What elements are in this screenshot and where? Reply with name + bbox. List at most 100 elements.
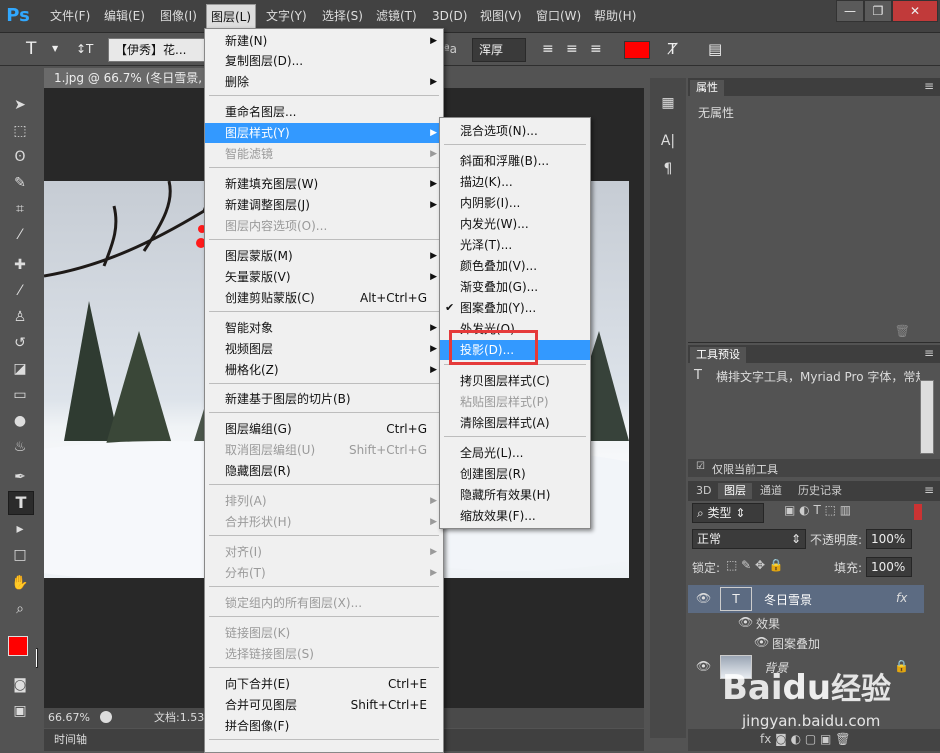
submenu-inner-shadow[interactable]: 内阴影(I)... [440,193,590,213]
eye-icon[interactable]: 👁 [696,591,711,605]
marquee-tool-icon[interactable]: ⬚ [8,120,32,142]
menu-item-ungroup-layers[interactable]: 取消图层编组(U) Shift+Ctrl+G [205,440,443,460]
gradient-tool-icon[interactable]: ▭ [8,384,32,406]
tab-layers[interactable]: 图层 [718,483,752,499]
checkbox-icon[interactable]: ☑ [696,461,705,472]
restore-button[interactable]: ❐ [864,0,892,22]
antialias-select[interactable]: 浑厚 [472,38,526,62]
panel-menu-icon[interactable]: ≡ [924,79,934,93]
crop-tool-icon[interactable]: ⌗ [8,198,32,220]
document-tab[interactable]: 1.jpg @ 66.7% (冬日雪景, R [44,68,220,88]
status-menu-icon[interactable] [100,711,112,723]
pattern-overlay-row[interactable]: 👁 图案叠加 [688,633,924,653]
submenu-blending-options[interactable]: 混合选项(N)... [440,121,590,141]
type-tool-icon[interactable]: T [8,491,34,515]
minimize-button[interactable]: — [836,0,864,22]
menu-item-vector-mask[interactable]: 矢量蒙版(V) ▶ [205,267,443,287]
paragraph-icon[interactable]: ¶ [656,158,680,180]
align-right-icon[interactable]: ≡ [590,38,602,60]
quick-select-tool-icon[interactable]: ✎ [8,172,32,194]
effects-row[interactable]: 👁 效果 [688,613,924,633]
text-orientation-icon[interactable]: ↕T [76,38,93,60]
menu-item-new[interactable]: 新建(N) ▶ [205,31,443,51]
menu-item-combine-shapes[interactable]: 合并形状(H) ▶ [205,512,443,532]
healing-brush-tool-icon[interactable]: ✚ [8,254,32,276]
menu-item-merge-visible[interactable]: 合并可见图层 Shift+Ctrl+E [205,695,443,715]
filter-toggle[interactable] [914,504,922,520]
history-panel-icon[interactable]: ▦ [656,92,680,114]
submenu-global-light[interactable]: 全局光(L)... [440,443,590,463]
panel-menu-icon[interactable]: ≡ [924,483,934,497]
menu-filter[interactable]: 滤镜(T) [372,7,421,25]
foreground-color-swatch[interactable] [8,636,28,656]
screen-mode-icon[interactable]: ▣ [8,700,32,722]
submenu-gradient-overlay[interactable]: 渐变叠加(G)... [440,277,590,297]
fill-input[interactable]: 100% [866,557,912,577]
submenu-paste-style[interactable]: 粘贴图层样式(P) [440,392,590,412]
warp-text-icon[interactable]: Ⱦ [668,38,677,60]
tab-3d[interactable]: 3D [690,483,717,499]
submenu-scale-effects[interactable]: 缩放效果(F)... [440,506,590,526]
menu-3d[interactable]: 3D(D) [428,7,471,25]
menu-item-content-options[interactable]: 图层内容选项(O)... [205,216,443,236]
character-panel-icon[interactable]: ▤ [708,38,722,60]
font-family-select[interactable]: 【伊秀】花... [108,38,212,62]
menu-item-arrange[interactable]: 排列(A) ▶ [205,491,443,511]
zoom-tool-icon[interactable]: ⌕ [8,598,32,620]
menu-item-layer-style[interactable]: 图层样式(Y) ▶ [205,123,443,143]
menu-item-rasterize[interactable]: 栅格化(Z) ▶ [205,360,443,380]
menu-item-select-linked[interactable]: 选择链接图层(S) [205,644,443,664]
submenu-satin[interactable]: 光泽(T)... [440,235,590,255]
submenu-bevel-emboss[interactable]: 斜面和浮雕(B)... [440,151,590,171]
history-brush-tool-icon[interactable]: ↺ [8,332,32,354]
zoom-level[interactable]: 66.67% [48,708,90,728]
submenu-color-overlay[interactable]: 颜色叠加(V)... [440,256,590,276]
layer-row-text[interactable]: 👁 T 冬日雪景 fx [688,585,924,613]
dodge-tool-icon[interactable]: ♨ [8,436,32,458]
panel-menu-icon[interactable]: ≡ [924,346,934,360]
align-center-icon[interactable]: ≡ [566,38,578,60]
lock-icons[interactable]: ⬚ ✎ ✥ 🔒 [726,558,784,572]
submenu-pattern-overlay[interactable]: ✔ 图案叠加(Y)... [440,298,590,318]
layer-name[interactable]: 冬日雪景 [764,591,812,608]
submenu-clear-style[interactable]: 清除图层样式(A) [440,413,590,433]
menu-layer[interactable]: 图层(L) [206,4,257,30]
clone-stamp-tool-icon[interactable]: ♙ [8,306,32,328]
opacity-input[interactable]: 100% [866,529,912,549]
menu-item-merge-down[interactable]: 向下合并(E) Ctrl+E [205,674,443,694]
menu-item-rename[interactable]: 重命名图层... [205,102,443,122]
eye-icon[interactable]: 👁 [696,659,711,673]
submenu-create-layer[interactable]: 创建图层(R) [440,464,590,484]
eye-icon[interactable]: 👁 [738,615,753,629]
close-button[interactable]: ✕ [892,0,938,22]
preset-item[interactable]: 横排文字工具，Myriad Pro 字体，常规 [716,368,920,385]
tab-channels[interactable]: 通道 [754,483,788,499]
submenu-inner-glow[interactable]: 内发光(W)... [440,214,590,234]
character-icon[interactable]: A| [656,130,680,152]
text-tool-icon[interactable]: T [26,38,36,60]
submenu-stroke[interactable]: 描边(K)... [440,172,590,192]
layer-filter-select[interactable]: ⌕ 类型 ⇕ [692,503,764,523]
blend-mode-select[interactable]: 正常 ⇕ [692,529,806,549]
menu-item-layer-mask[interactable]: 图层蒙版(M) ▶ [205,246,443,266]
menu-help[interactable]: 帮助(H) [590,7,640,25]
menu-item-smart-filter[interactable]: 智能滤镜 ▶ [205,144,443,164]
menu-item-new-fill-layer[interactable]: 新建填充图层(W) ▶ [205,174,443,194]
filter-icons[interactable]: ▣ ◐ T ⬚ ▥ [784,503,851,517]
presets-scrollbar[interactable] [920,380,934,454]
menu-item-smart-object[interactable]: 智能对象 ▶ [205,318,443,338]
menu-window[interactable]: 窗口(W) [532,7,585,25]
menu-item-group-layers[interactable]: 图层编组(G) Ctrl+G [205,419,443,439]
menu-item-duplicate[interactable]: 复制图层(D)... [205,51,443,71]
path-select-tool-icon[interactable]: ▸ [8,518,32,540]
menu-file[interactable]: 文件(F) [46,7,94,25]
menu-item-video-layer[interactable]: 视频图层 ▶ [205,339,443,359]
menu-item-layer-slice[interactable]: 新建基于图层的切片(B) [205,389,443,409]
fx-icon[interactable]: fx [896,591,907,605]
trash-icon[interactable]: 🗑 [895,324,910,338]
align-left-icon[interactable]: ≡ [542,38,554,60]
menu-item-clipping-mask[interactable]: 创建剪贴蒙版(C) Alt+Ctrl+G [205,288,443,308]
lasso-tool-icon[interactable]: ʘ [8,146,32,168]
menu-select[interactable]: 选择(S) [318,7,367,25]
hand-tool-icon[interactable]: ✋ [8,572,32,594]
